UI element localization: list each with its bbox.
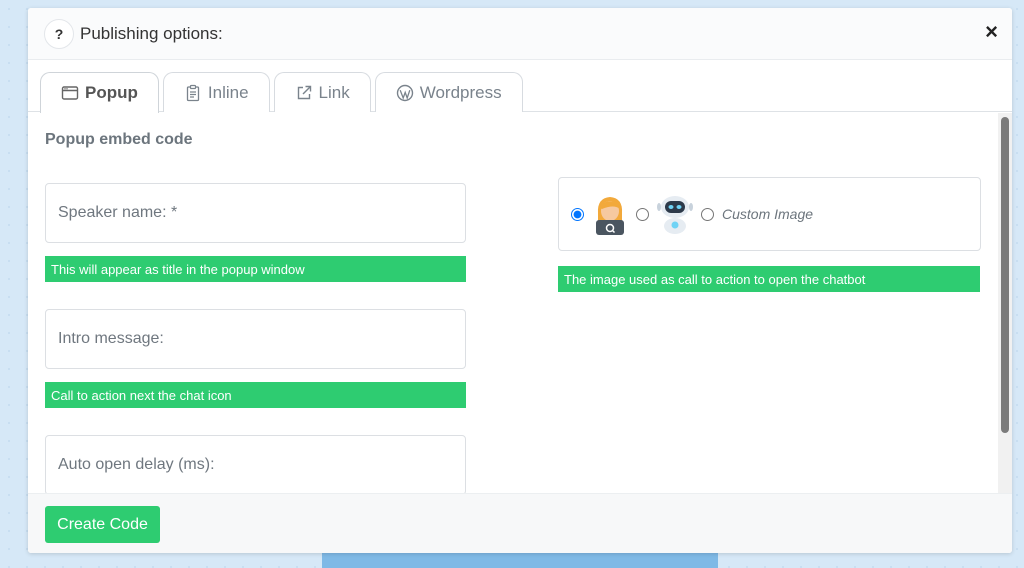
tab-link[interactable]: Link — [273, 72, 371, 112]
image-hint: The image used as call to action to open… — [558, 266, 980, 292]
close-icon[interactable]: × — [985, 21, 998, 43]
wordpress-icon — [396, 84, 413, 101]
speaker-name-input[interactable] — [58, 204, 453, 222]
help-icon[interactable]: ? — [44, 18, 74, 49]
scrollbar[interactable] — [998, 113, 1012, 493]
modal-footer: Create Code — [28, 493, 1012, 553]
woman-avatar-icon — [596, 197, 624, 235]
speaker-name-hint: This will appear as title in the popup w… — [45, 256, 466, 282]
radio-robot-avatar[interactable] — [636, 207, 649, 221]
tab-label: Inline — [207, 82, 249, 102]
custom-image-label: Custom Image — [722, 206, 814, 222]
tab-content-popup: Popup embed code This will appear as tit… — [28, 113, 1012, 493]
tab-label: Link — [318, 82, 350, 102]
tab-label: Popup — [85, 83, 138, 102]
intro-message-input[interactable] — [58, 330, 453, 348]
auto-open-delay-input[interactable] — [58, 456, 453, 474]
radio-woman-avatar[interactable] — [571, 207, 584, 221]
scrollbar-thumb[interactable] — [1001, 117, 1009, 433]
tab-popup[interactable]: Popup — [40, 72, 159, 113]
tab-wordpress[interactable]: Wordpress — [374, 72, 523, 112]
radio-custom-image[interactable] — [701, 207, 714, 221]
tab-label: Wordpress — [419, 82, 502, 102]
tab-bar: Popup Inline Link Wordpress — [28, 60, 1012, 113]
clipboard-icon — [186, 84, 200, 101]
modal-header: ? Publishing options: × — [28, 8, 1012, 60]
speaker-name-field — [45, 183, 466, 243]
section-title: Popup embed code — [45, 131, 193, 148]
intro-message-field — [45, 309, 466, 369]
create-code-button[interactable]: Create Code — [45, 506, 160, 543]
auto-open-delay-field — [45, 435, 466, 493]
external-link-icon — [297, 85, 311, 99]
image-selector: Custom Image — [558, 177, 981, 251]
robot-avatar-icon — [657, 196, 693, 234]
intro-message-hint: Call to action next the chat icon — [45, 382, 466, 408]
background-strip — [322, 552, 718, 568]
window-icon — [61, 86, 79, 100]
publishing-options-modal: ? Publishing options: × Popup Inline Lin… — [28, 8, 1012, 553]
modal-title: Publishing options: — [80, 23, 223, 43]
tab-inline[interactable]: Inline — [162, 72, 270, 112]
